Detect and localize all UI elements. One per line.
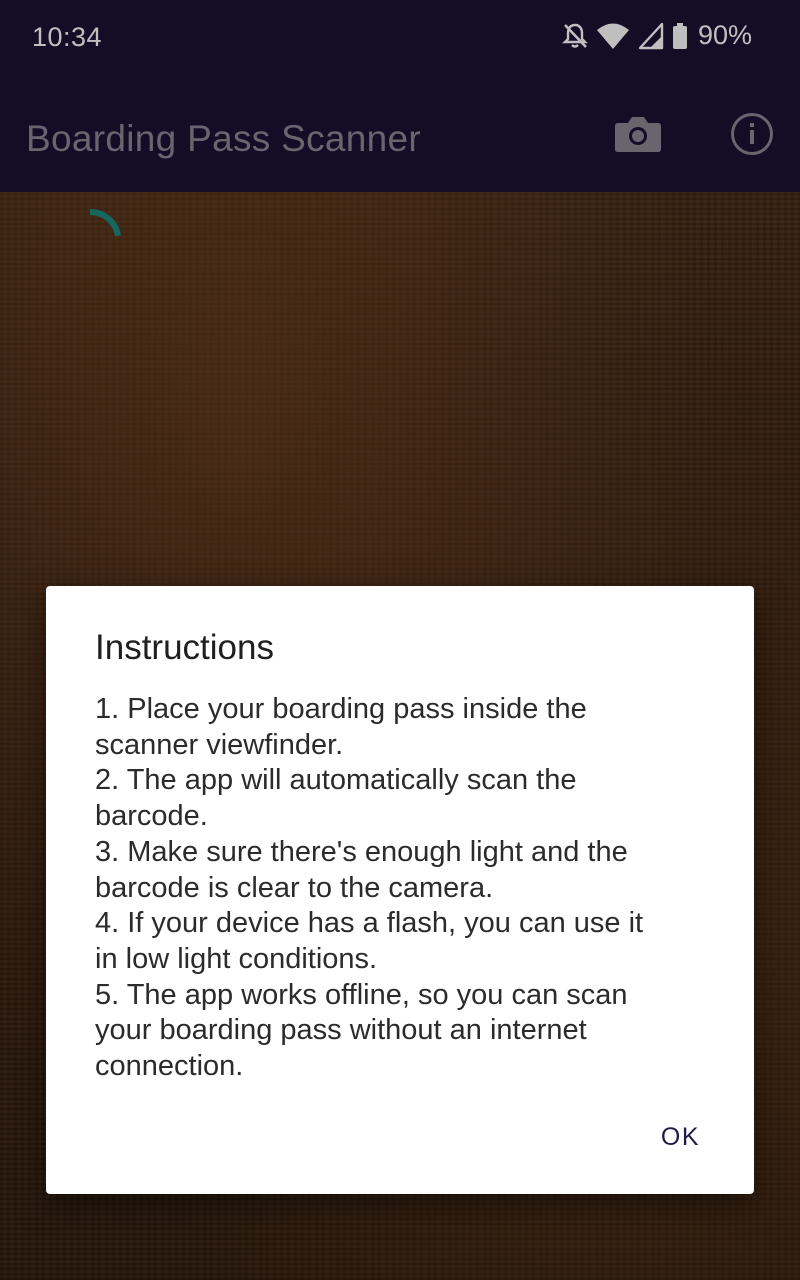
instruction-line: 1. Place your boarding pass inside the: [95, 693, 587, 725]
instruction-line: 4. If your device has a flash, you can u…: [95, 907, 644, 940]
instruction-line: barcode is clear to the camera.: [95, 871, 494, 904]
dialog-message: 1. Place your boarding pass inside the s…: [95, 692, 715, 1085]
instruction-line: 5. The app works offline, so you can sca…: [95, 978, 628, 1011]
ok-button[interactable]: OK: [657, 1117, 704, 1158]
instruction-line: barcode.: [95, 800, 208, 833]
instruction-line: scanner viewfinder.: [95, 728, 344, 761]
instruction-line: your boarding pass without an internet: [95, 1014, 587, 1047]
instruction-line: connection.: [95, 1050, 244, 1083]
instructions-dialog: Instructions 1. Place your boarding pass…: [46, 586, 754, 1194]
instruction-line: 2. The app will automatically scan the: [95, 764, 577, 797]
instruction-line: 3. Make sure there's enough light and th…: [95, 835, 628, 868]
app-screen: 10:34 90% Boarding Pass Scanner Instruct…: [0, 0, 800, 1280]
instruction-line: in low light conditions.: [95, 942, 378, 975]
dialog-title: Instructions: [95, 628, 274, 667]
